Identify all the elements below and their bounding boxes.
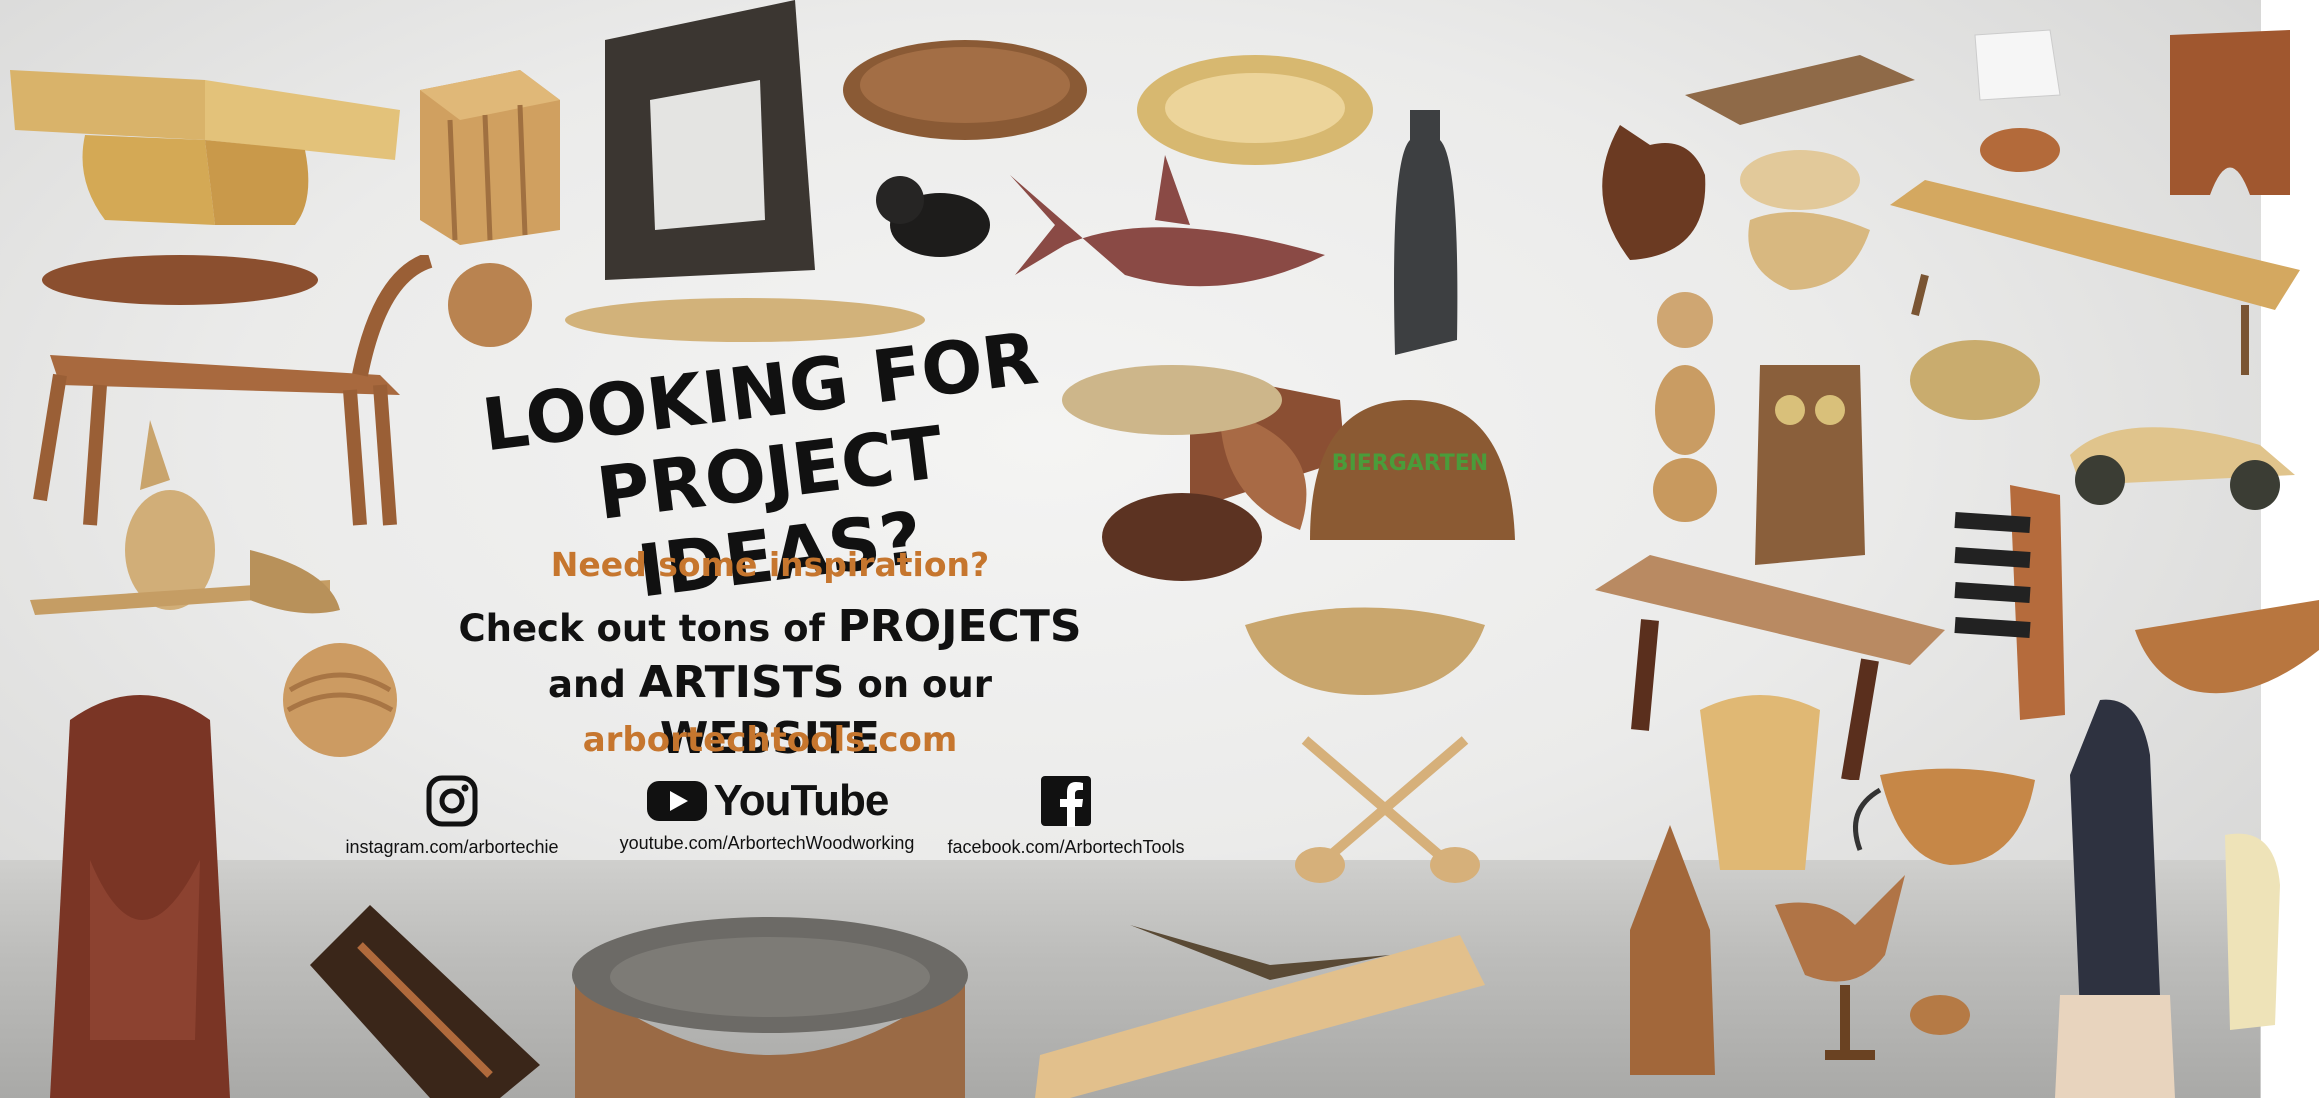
gnome-carving-image: [1630, 825, 1715, 1075]
biergarten-sign-image: BIERGARTEN: [1310, 400, 1515, 540]
body-line-1: Check out tons of PROJECTS: [440, 600, 1100, 656]
curved-vase-image: [1602, 125, 1706, 260]
stump-bowls-image: [1740, 150, 1870, 290]
youtube-logo: YouTube: [617, 775, 917, 827]
lizard-log-image: [1035, 925, 1485, 1098]
instagram-icon: [426, 775, 478, 827]
kuksa-mug-image: [1853, 768, 2035, 865]
ghost-carving-image: [2225, 833, 2280, 1030]
shark-carving-image: [1010, 155, 1325, 287]
wombat-carving-image: [876, 176, 990, 257]
table-lamp-image: [1974, 29, 2061, 172]
youtube-link[interactable]: YouTube youtube.com/ArbortechWoodworking: [617, 775, 917, 854]
frog-carving-image: [1910, 340, 2040, 420]
facebook-icon: [1041, 776, 1091, 827]
book-stand-image: [10, 70, 400, 225]
subheadline: Need some inspiration?: [550, 545, 990, 584]
wooden-sphere-image: [448, 263, 532, 347]
parrot-carving-image: [2055, 699, 2175, 1098]
website-link[interactable]: arbortechtools.com: [470, 720, 1070, 760]
body-text-part-1: Check out tons of: [458, 607, 838, 650]
bird-sculpture-image: [1775, 875, 1970, 1060]
stump-stool-image: [2170, 30, 2290, 195]
wooden-bowl-image: [843, 40, 1087, 140]
half-bowl-image: [2135, 600, 2319, 694]
body-text-part-2: and: [548, 663, 639, 706]
artists-word: ARTISTS: [638, 657, 845, 708]
crossed-spoons-image: [1295, 736, 1480, 883]
snowman-carving-image: [1653, 292, 1717, 522]
bearded-man-carving-image: [50, 695, 230, 1098]
large-platter-image: [572, 917, 968, 1098]
youtube-label: youtube.com/ArbortechWoodworking: [619, 833, 915, 853]
log-stool-image: [420, 70, 560, 245]
promo-banner: BIERGARTEN LOOKING FOR PROJECT IDEAS? Ne…: [0, 0, 2319, 1098]
instagram-label: instagram.com/arbortechie: [345, 837, 559, 857]
projects-word: PROJECTS: [837, 601, 1082, 652]
youtube-icon: [646, 781, 707, 821]
carved-mirror-image: [605, 0, 815, 280]
owl-carving-image: [1755, 365, 1865, 565]
facebook-label: facebook.com/ArbortechTools: [947, 837, 1185, 857]
round-bowl-image: [1102, 493, 1262, 581]
tall-vase-image: [1394, 110, 1458, 355]
sign-text: BIERGARTEN: [1332, 451, 1488, 476]
cutting-board-image: [310, 905, 540, 1098]
carved-bowl-image: [1245, 607, 1485, 695]
youtube-wordmark: YouTube: [713, 776, 890, 825]
headline: LOOKING FOR PROJECT IDEAS?: [437, 312, 1102, 634]
striped-sphere-image: [283, 643, 397, 757]
wine-rack-image: [1954, 485, 2065, 720]
instagram-link[interactable]: instagram.com/arbortechie: [302, 775, 602, 858]
facebook-link[interactable]: facebook.com/ArbortechTools: [916, 775, 1216, 858]
body-text-part-3: on our: [844, 663, 992, 706]
planter-tray-image: [1685, 55, 1915, 125]
small-bowl-image: [1062, 365, 1282, 435]
